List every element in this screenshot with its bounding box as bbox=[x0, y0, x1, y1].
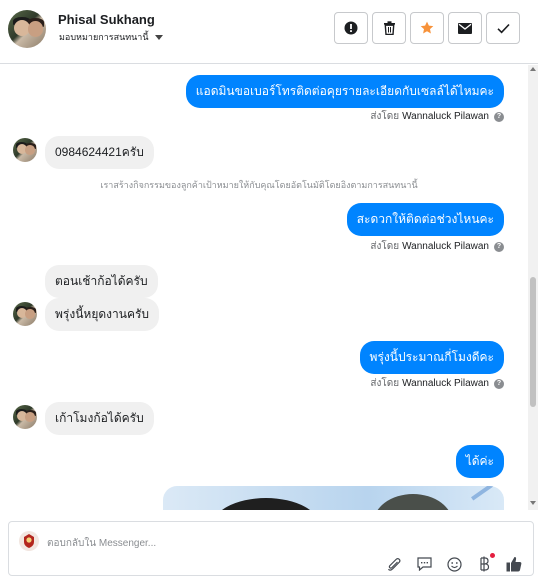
sent-by-prefix: ส่งโดย bbox=[370, 241, 400, 252]
mark-done-button[interactable] bbox=[486, 12, 520, 44]
assign-conversation-dropdown[interactable]: มอบหมายการสนทนานี้ bbox=[59, 30, 163, 44]
assign-conversation-label: มอบหมายการสนทนานี้ bbox=[59, 32, 149, 42]
conversation-header: Phisal Sukhang มอบหมายการสนทนานี้ bbox=[0, 0, 538, 64]
sent-by-prefix: ส่งโดย bbox=[370, 378, 400, 389]
thread-scrollbar[interactable] bbox=[528, 65, 538, 510]
reply-composer bbox=[8, 521, 534, 576]
sent-by-agent: Wannaluck Pilawan bbox=[402, 378, 489, 389]
outgoing-message[interactable]: แอดมินขอเบอร์โทรติดต่อคุยรายละเอียดกับเซ… bbox=[185, 75, 504, 108]
sent-by-agent: Wannaluck Pilawan bbox=[402, 111, 489, 122]
sent-by-label: ส่งโดย Wannaluck Pilawan ? bbox=[370, 376, 504, 391]
message-thread[interactable]: แอดมินขอเบอร์โทรติดต่อคุยรายละเอียดกับเซ… bbox=[0, 65, 528, 510]
attachment-button[interactable] bbox=[385, 555, 403, 573]
saved-reply-button[interactable] bbox=[415, 555, 433, 573]
page-avatar bbox=[19, 531, 39, 551]
reply-input[interactable] bbox=[47, 535, 347, 551]
contact-avatar[interactable] bbox=[13, 302, 37, 326]
star-icon bbox=[420, 21, 434, 34]
incoming-message[interactable]: พรุ่งนี้หยุดงานครับ bbox=[45, 298, 160, 331]
attachment-icon bbox=[387, 557, 401, 571]
emoji-icon bbox=[446, 556, 462, 572]
payment-icon bbox=[480, 556, 490, 572]
scroll-down-arrow-icon[interactable] bbox=[530, 501, 536, 505]
help-icon[interactable]: ? bbox=[494, 111, 504, 122]
composer-tools bbox=[385, 553, 523, 573]
envelope-icon bbox=[458, 22, 472, 34]
help-icon[interactable]: ? bbox=[494, 378, 504, 389]
trash-icon bbox=[383, 21, 395, 35]
like-icon bbox=[506, 556, 522, 572]
incoming-message[interactable]: เก้าโมงก้อได้ครับ bbox=[45, 402, 154, 435]
header-actions bbox=[334, 12, 520, 44]
sent-by-agent: Wannaluck Pilawan bbox=[402, 241, 489, 252]
like-button[interactable] bbox=[505, 555, 523, 573]
sent-by-label: ส่งโดย Wannaluck Pilawan ? bbox=[370, 239, 504, 254]
outgoing-message[interactable]: สะดวกให้ติดต่อช่วงไหนคะ bbox=[346, 203, 504, 236]
outgoing-message[interactable]: พรุ่งนี้ประมาณกี่โมงดีคะ bbox=[359, 341, 504, 374]
help-icon[interactable]: ? bbox=[494, 241, 504, 252]
sent-by-label: ส่งโดย Wannaluck Pilawan ? bbox=[370, 109, 504, 124]
check-icon bbox=[496, 23, 510, 33]
page-logo-icon bbox=[24, 534, 34, 548]
mark-unread-button[interactable] bbox=[448, 12, 482, 44]
mark-spam-button[interactable] bbox=[334, 12, 368, 44]
incoming-message[interactable]: ตอนเช้าก้อได้ครับ bbox=[45, 265, 158, 298]
caret-down-icon bbox=[154, 34, 163, 40]
scroll-thumb[interactable] bbox=[530, 277, 536, 407]
outgoing-message[interactable]: ได้ค่ะ bbox=[455, 445, 504, 478]
contact-avatar[interactable] bbox=[8, 10, 46, 48]
system-note: เราสร้างกิจกรรมของลูกค้าเป้าหมายให้กับคุ… bbox=[100, 180, 418, 190]
saved-reply-icon bbox=[416, 557, 432, 571]
contact-avatar[interactable] bbox=[13, 138, 37, 162]
star-button[interactable] bbox=[410, 12, 444, 44]
payment-button[interactable] bbox=[475, 553, 495, 573]
contact-name[interactable]: Phisal Sukhang bbox=[58, 12, 155, 27]
notification-dot bbox=[490, 553, 495, 558]
incoming-message[interactable]: 0984624421ครับ bbox=[45, 136, 154, 169]
delete-button[interactable] bbox=[372, 12, 406, 44]
emoji-button[interactable] bbox=[445, 555, 463, 573]
shared-image-card[interactable] bbox=[163, 486, 504, 510]
exclamation-icon bbox=[344, 21, 358, 35]
contact-avatar[interactable] bbox=[13, 405, 37, 429]
sent-by-prefix: ส่งโดย bbox=[370, 111, 400, 122]
scroll-up-arrow-icon[interactable] bbox=[530, 67, 536, 71]
